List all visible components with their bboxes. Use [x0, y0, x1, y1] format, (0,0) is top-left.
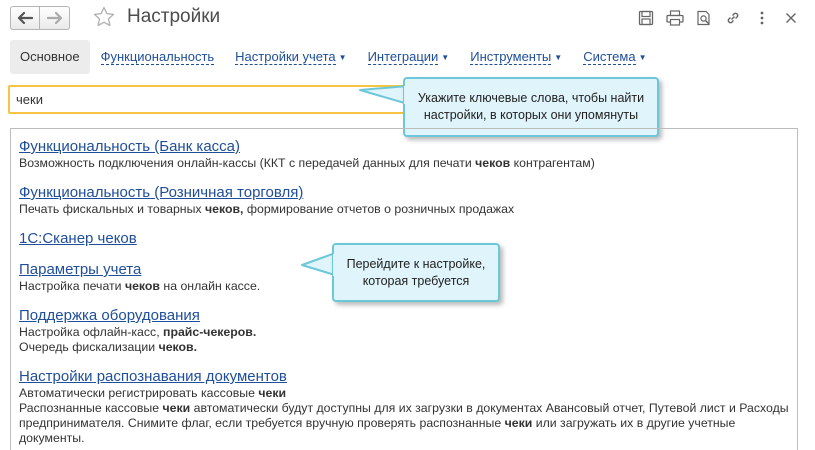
highlighted-keyword: чеки — [162, 401, 191, 415]
description-text: Настройка офлайн-касс, — [19, 325, 164, 339]
description-text: формирование отчетов о розничных продажа… — [243, 202, 515, 216]
more-icon — [760, 11, 764, 25]
arrow-left-icon — [17, 11, 33, 25]
navigation-buttons — [10, 6, 70, 30]
result-description: Настройка офлайн-касс, прайс-чекеров. — [19, 325, 789, 340]
tab-0[interactable]: Основное — [10, 40, 90, 74]
preview-button[interactable] — [694, 8, 714, 28]
result-link[interactable]: Параметры учета — [19, 261, 141, 279]
highlighted-keyword: прайс-чекеров. — [163, 325, 257, 339]
result-link[interactable]: Функциональность (Розничная торговля) — [19, 184, 303, 202]
chevron-down-icon: ▼ — [638, 52, 647, 62]
result-description: Автоматически регистрировать кассовые че… — [19, 386, 789, 401]
tab-1[interactable]: Функциональность — [91, 40, 225, 74]
chevron-down-icon: ▼ — [554, 52, 563, 62]
arrow-right-icon — [46, 11, 62, 25]
title-bar: Настройки — [0, 0, 815, 36]
highlighted-keyword: чеков — [124, 279, 160, 293]
description-text: контрагентам) — [510, 156, 595, 170]
back-button[interactable] — [10, 6, 40, 30]
print-icon — [666, 10, 684, 26]
preview-icon — [697, 10, 710, 26]
link-button[interactable] — [723, 8, 743, 28]
description-text: Возможность подключения онлайн-кассы (КК… — [19, 156, 476, 170]
forward-button[interactable] — [40, 6, 70, 30]
print-button[interactable] — [665, 8, 685, 28]
description-text: Настройка печати — [19, 279, 125, 293]
chevron-down-icon: ▼ — [441, 52, 450, 62]
result-link[interactable]: Настройки распознавания документов — [19, 368, 287, 386]
callout-keywords-tail-cover — [404, 86, 410, 104]
result-description: Очередь фискализации чеков. — [19, 340, 789, 355]
more-button[interactable] — [752, 8, 772, 28]
tab-label: Инструменты — [470, 49, 552, 65]
highlighted-keyword: чеки — [504, 416, 533, 430]
description-text: Очередь фискализации — [19, 340, 159, 354]
description-text: Печать фискальных и товарных — [19, 202, 205, 216]
tab-label: Настройки учета — [235, 49, 336, 65]
callout-navigate: Перейдите к настройке, которая требуется — [332, 243, 500, 302]
save-button[interactable] — [636, 8, 656, 28]
close-icon — [786, 13, 796, 23]
tab-label: Функциональность — [100, 49, 215, 65]
description-text: Автоматически регистрировать кассовые — [19, 386, 259, 400]
result-link[interactable]: Функциональность (Банк касса) — [19, 138, 240, 156]
tab-2[interactable]: Настройки учета ▼ — [225, 40, 356, 74]
callout-keywords-text: Укажите ключевые слова, чтобы найти наст… — [417, 91, 645, 122]
tab-label: Основное — [20, 49, 80, 64]
save-icon — [638, 10, 654, 26]
result-description: Распознанные кассовые чеки автоматически… — [19, 401, 789, 446]
result-item: Функциональность (Банк касса) Возможность… — [19, 138, 789, 171]
star-icon — [93, 6, 115, 27]
highlighted-keyword: чеков — [475, 156, 511, 170]
tab-label: Система — [583, 49, 636, 65]
favorite-star-button[interactable] — [92, 5, 116, 29]
chevron-down-icon: ▼ — [338, 52, 347, 62]
close-button[interactable] — [781, 8, 801, 28]
search-input[interactable] — [8, 85, 408, 114]
result-description: Возможность подключения онлайн-кассы (КК… — [19, 156, 789, 171]
tab-label: Интеграции — [367, 49, 439, 65]
result-link[interactable]: Поддержка оборудования — [19, 307, 200, 325]
window-toolbar — [636, 8, 801, 28]
result-item: Функциональность (Розничная торговля) Печ… — [19, 184, 789, 217]
result-item: Поддержка оборудования Настройка офлайн-к… — [19, 307, 789, 355]
result-item: Настройки распознавания документов Автома… — [19, 368, 789, 446]
page-title: Настройки — [127, 6, 221, 27]
highlighted-keyword: чеков. — [158, 340, 198, 354]
tab-3[interactable]: Интеграции ▼ — [358, 40, 460, 74]
link-icon — [727, 12, 739, 24]
tab-4[interactable]: Инструменты ▼ — [460, 40, 572, 74]
description-text: на онлайн кассе. — [159, 279, 261, 293]
tab-bar: Основное Функциональность Настройки учета ▼… — [10, 40, 657, 74]
result-link[interactable]: 1С:Сканер чеков — [19, 230, 137, 248]
callout-navigate-tail-cover — [333, 254, 339, 276]
highlighted-keyword: чеки — [258, 386, 287, 400]
callout-navigate-text: Перейдите к настройке, которая требуется — [346, 256, 486, 288]
result-description: Печать фискальных и товарных чеков, форм… — [19, 202, 789, 217]
description-text: Распознанные кассовые — [19, 401, 163, 415]
highlighted-keyword: чеков, — [204, 202, 244, 216]
tab-5[interactable]: Система ▼ — [573, 40, 656, 74]
